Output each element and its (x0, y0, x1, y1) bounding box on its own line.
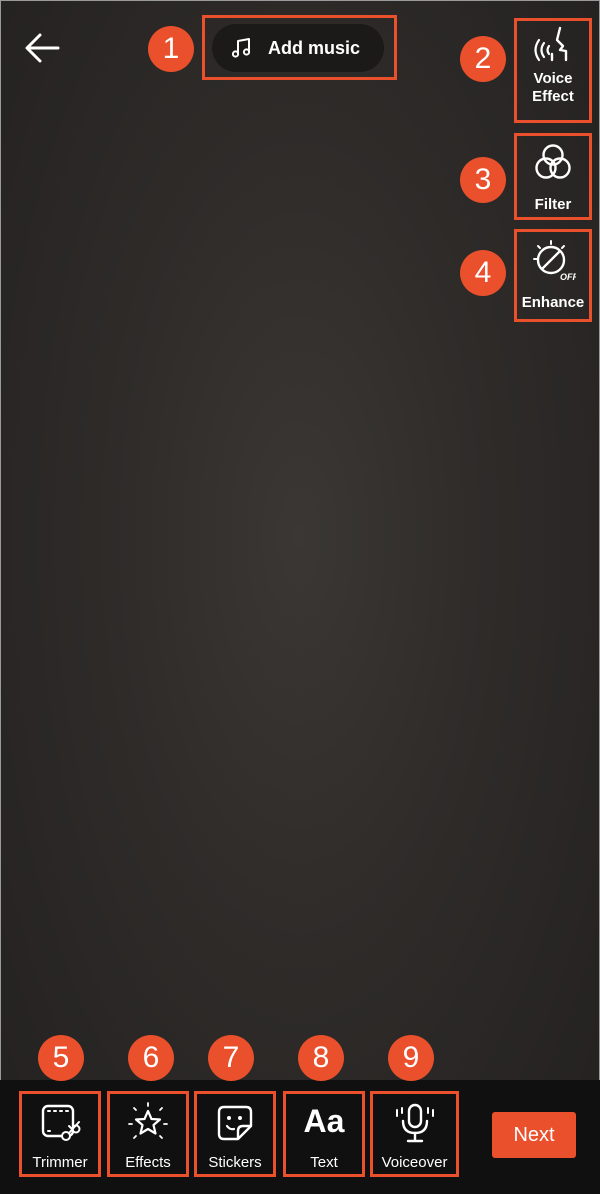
music-note-icon (231, 38, 251, 58)
voiceover-label: Voiceover (381, 1154, 448, 1171)
callout-badge-5: 5 (38, 1035, 84, 1081)
film-scissors-icon (41, 1104, 81, 1141)
voice-effect-button[interactable]: Voice Effect (517, 24, 589, 106)
add-music-button[interactable]: Add music (212, 24, 384, 72)
callout-badge-1: 1 (148, 26, 194, 72)
filter-button[interactable]: Filter (517, 142, 589, 214)
text-aa-icon: Aa (303, 1103, 345, 1139)
svg-text:OFF: OFF (560, 272, 576, 282)
sticker-face-icon (217, 1105, 253, 1141)
microphone-icon (395, 1103, 434, 1143)
callout-badge-3: 3 (460, 157, 506, 203)
trimmer-button[interactable]: Trimmer (22, 1096, 98, 1176)
enhance-button[interactable]: OFF Enhance (517, 238, 589, 312)
callout-badge-6: 6 (128, 1035, 174, 1081)
video-preview-area (0, 0, 600, 1194)
callout-badge-2: 2 (460, 36, 506, 82)
filter-label: Filter (534, 196, 572, 213)
trimmer-label: Trimmer (32, 1154, 88, 1171)
back-button[interactable] (22, 30, 62, 66)
arrow-left-icon (25, 33, 60, 63)
enhance-dial-off-icon: OFF (533, 240, 576, 282)
callout-badge-7: 7 (208, 1035, 254, 1081)
voice-wave-icon (534, 26, 568, 62)
text-button[interactable]: Aa Text (286, 1096, 362, 1176)
next-button[interactable]: Next (492, 1112, 576, 1158)
callout-badge-9: 9 (388, 1035, 434, 1081)
text-label: Text (310, 1154, 338, 1171)
effects-button[interactable]: Effects (110, 1096, 186, 1176)
callout-badge-4: 4 (460, 250, 506, 296)
sparkle-star-icon (128, 1102, 168, 1139)
enhance-label: Enhance (521, 294, 585, 311)
stickers-label: Stickers (208, 1154, 262, 1171)
three-circles-icon (535, 144, 571, 179)
voice-effect-label-line1: Voice (533, 70, 573, 87)
effects-label: Effects (125, 1154, 171, 1171)
stickers-button[interactable]: Stickers (197, 1096, 273, 1176)
add-music-label: Add music (268, 37, 361, 58)
callout-badge-8: 8 (298, 1035, 344, 1081)
voiceover-button[interactable]: Voiceover (373, 1096, 456, 1176)
voice-effect-label-line2: Effect (532, 88, 574, 105)
